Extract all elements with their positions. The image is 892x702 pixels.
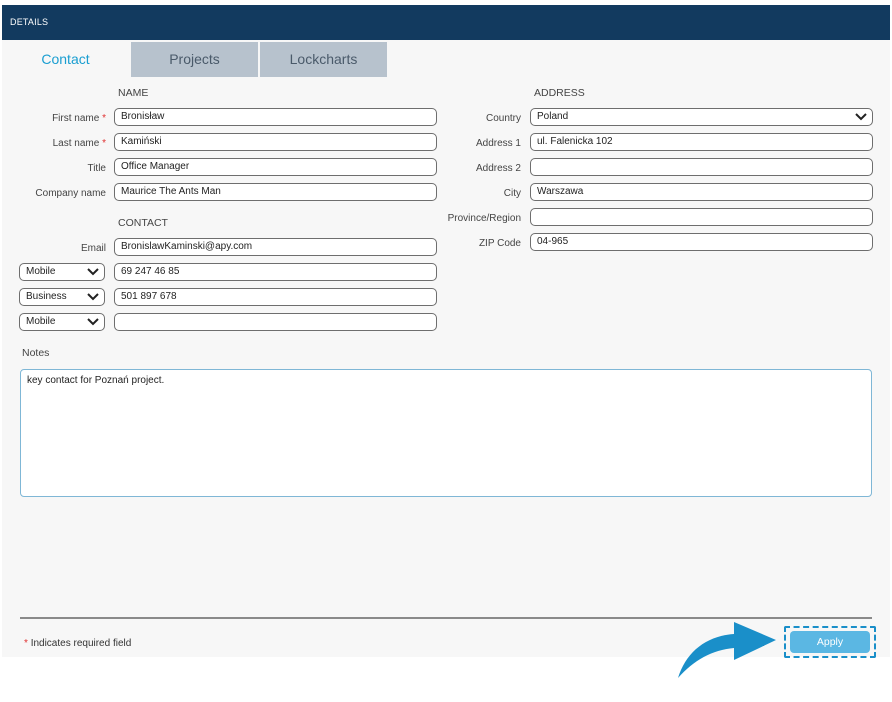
province-label: Province/Region — [447, 213, 521, 224]
contact-section-heading: CONTACT — [118, 217, 168, 229]
name-section-heading: NAME — [118, 87, 149, 99]
email-label: Email — [80, 243, 106, 254]
last-name-field[interactable]: Kamiński — [114, 133, 437, 151]
chevron-down-icon — [87, 318, 99, 326]
required-note-text: Indicates required field — [30, 638, 132, 649]
notes-label: Notes — [22, 347, 50, 359]
details-title: DETAILS — [10, 17, 49, 27]
province-field[interactable] — [530, 208, 873, 226]
country-value: Poland — [537, 111, 569, 122]
address2-field[interactable] — [530, 158, 873, 176]
phone-field-1[interactable]: 69 247 46 85 — [114, 263, 437, 281]
country-label: Country — [485, 113, 521, 124]
tab-bar: Contact Projects Lockcharts — [2, 40, 890, 78]
pointer-arrow-icon — [678, 622, 776, 678]
details-panel: DETAILS Contact Projects Lockcharts NAME… — [2, 5, 890, 658]
chevron-down-icon — [87, 268, 99, 276]
phone-type-value: Mobile — [26, 266, 56, 277]
zip-label: ZIP Code — [478, 238, 521, 249]
address1-label: Address 1 — [475, 138, 521, 149]
phone-type-value: Mobile — [26, 316, 56, 327]
apply-highlight: Apply — [784, 626, 876, 658]
zip-field[interactable]: 04-965 — [530, 233, 873, 251]
chevron-down-icon — [855, 113, 867, 121]
chevron-down-icon — [87, 293, 99, 301]
first-name-label: First name * — [52, 113, 106, 124]
address1-field[interactable]: ul. Falenicka 102 — [530, 133, 873, 151]
phone-field-3[interactable] — [114, 313, 437, 331]
address2-label: Address 2 — [475, 163, 521, 174]
tab-projects[interactable]: Projects — [131, 42, 258, 77]
last-name-label: Last name * — [52, 138, 106, 149]
title-label: Title — [87, 163, 106, 174]
tab-contact[interactable]: Contact — [2, 42, 129, 77]
tab-lockcharts[interactable]: Lockcharts — [260, 42, 387, 77]
city-field[interactable]: Warszawa — [530, 183, 873, 201]
notes-textarea[interactable]: key contact for Poznań project. — [20, 369, 872, 497]
company-name-field[interactable]: Maurice The Ants Man — [114, 183, 437, 201]
first-name-field[interactable]: Bronisław — [114, 108, 437, 126]
phone-type-select-1[interactable]: Mobile — [19, 263, 105, 281]
phone-type-select-3[interactable]: Mobile — [19, 313, 105, 331]
address-section-heading: ADDRESS — [534, 87, 585, 99]
phone-type-select-2[interactable]: Business — [19, 288, 105, 306]
phone-field-2[interactable]: 501 897 678 — [114, 288, 437, 306]
details-header: DETAILS — [2, 5, 890, 40]
apply-button[interactable]: Apply — [790, 631, 870, 653]
phone-type-value: Business — [26, 291, 67, 302]
email-field[interactable]: BronislawKaminski@apy.com — [114, 238, 437, 256]
country-select[interactable]: Poland — [530, 108, 873, 126]
required-field-note: * Indicates required field — [24, 638, 131, 649]
required-marker: * — [24, 638, 28, 649]
company-name-label: Company name — [35, 188, 106, 199]
city-label: City — [503, 188, 521, 199]
title-field[interactable]: Office Manager — [114, 158, 437, 176]
